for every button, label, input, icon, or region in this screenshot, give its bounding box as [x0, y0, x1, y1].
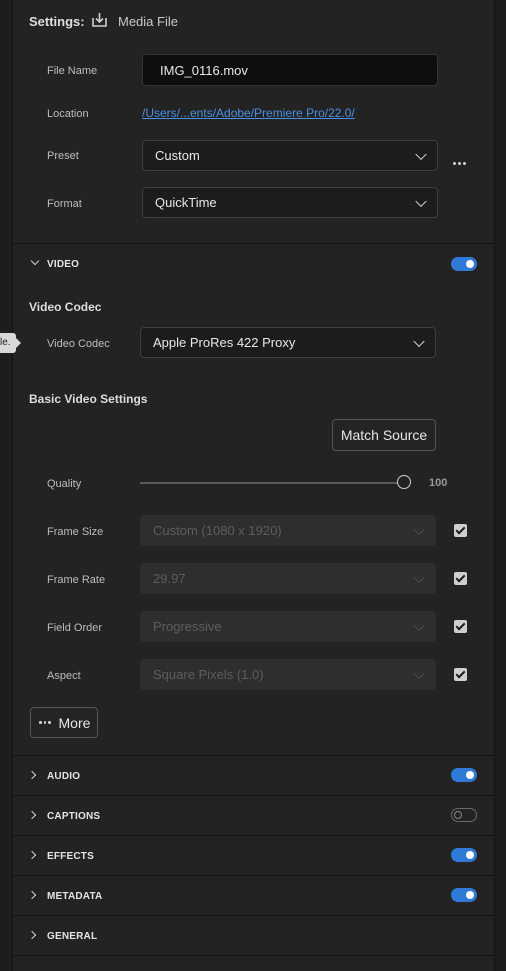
more-dots-icon	[39, 721, 53, 724]
video-codec-value: Apple ProRes 422 Proxy	[153, 335, 296, 350]
download-icon	[91, 11, 108, 33]
captions-section-title: CAPTIONS	[47, 811, 101, 822]
file-name-input[interactable]: IMG_0116.mov	[142, 54, 438, 86]
chevron-down-icon	[413, 335, 425, 347]
file-name-label: File Name	[47, 65, 98, 77]
field-order-checkbox[interactable]	[454, 620, 467, 633]
field-order-value: Progressive	[153, 619, 222, 634]
frame-size-checkbox[interactable]	[454, 524, 467, 537]
chevron-down-icon	[413, 523, 425, 535]
chevron-right-icon	[27, 810, 37, 820]
general-section-title: GENERAL	[47, 931, 98, 942]
divider	[13, 955, 494, 956]
format-value: QuickTime	[155, 195, 217, 210]
frame-rate-value: 29.97	[153, 571, 186, 586]
metadata-section-title: METADATA	[47, 891, 103, 902]
tooltip: le.	[0, 333, 21, 353]
more-icon[interactable]	[453, 152, 468, 170]
destination-label[interactable]: Media File	[118, 14, 178, 29]
audio-section-header[interactable]: AUDIO	[13, 756, 494, 795]
chevron-right-icon	[27, 890, 37, 900]
more-button[interactable]: More	[30, 707, 98, 738]
video-toggle[interactable]	[451, 257, 477, 271]
effects-section-header[interactable]: EFFECTS	[13, 836, 494, 875]
basic-video-settings-heading: Basic Video Settings	[29, 392, 148, 406]
frame-size-value: Custom (1080 x 1920)	[153, 523, 282, 538]
field-order-dropdown: Progressive	[140, 611, 436, 642]
video-codec-dropdown[interactable]: Apple ProRes 422 Proxy	[140, 327, 436, 358]
metadata-toggle[interactable]	[451, 888, 477, 902]
captions-section-header[interactable]: CAPTIONS	[13, 796, 494, 835]
video-codec-label: Video Codec	[47, 338, 110, 350]
chevron-down-icon	[30, 256, 40, 266]
format-label: Format	[47, 198, 82, 210]
chevron-down-icon	[415, 195, 427, 207]
format-dropdown[interactable]: QuickTime	[142, 187, 438, 218]
frame-rate-checkbox[interactable]	[454, 572, 467, 585]
video-codec-heading: Video Codec	[29, 300, 102, 314]
audio-section-title: AUDIO	[47, 771, 81, 782]
quality-slider-handle[interactable]	[397, 475, 411, 489]
export-settings-panel: Settings: Media File File Name IMG_0116.…	[12, 0, 495, 971]
frame-size-label: Frame Size	[47, 526, 104, 538]
captions-toggle[interactable]	[451, 808, 477, 822]
quality-slider-track[interactable]	[140, 482, 405, 484]
frame-rate-dropdown: 29.97	[140, 563, 436, 594]
chevron-down-icon	[413, 571, 425, 583]
file-name-value: IMG_0116.mov	[160, 62, 248, 78]
field-order-label: Field Order	[47, 622, 103, 634]
match-source-button[interactable]: Match Source	[332, 419, 436, 451]
chevron-down-icon	[415, 148, 427, 160]
aspect-value: Square Pixels (1.0)	[153, 667, 264, 682]
settings-label: Settings:	[29, 14, 85, 29]
more-label: More	[58, 714, 91, 731]
audio-toggle[interactable]	[451, 768, 477, 782]
aspect-label: Aspect	[47, 670, 81, 682]
tooltip-text: le.	[0, 337, 11, 348]
quality-value: 100	[429, 477, 448, 489]
chevron-down-icon	[413, 667, 425, 679]
general-section-header[interactable]: GENERAL	[13, 916, 494, 955]
effects-toggle[interactable]	[451, 848, 477, 862]
location-link[interactable]: /Users/...ents/Adobe/Premiere Pro/22.0/	[142, 106, 355, 120]
quality-label: Quality	[47, 478, 82, 490]
chevron-right-icon	[27, 930, 37, 940]
aspect-dropdown: Square Pixels (1.0)	[140, 659, 436, 690]
video-section-title: VIDEO	[47, 259, 80, 270]
effects-section-title: EFFECTS	[47, 851, 94, 862]
metadata-section-header[interactable]: METADATA	[13, 876, 494, 915]
aspect-checkbox[interactable]	[454, 668, 467, 681]
chevron-right-icon	[27, 770, 37, 780]
preset-value: Custom	[155, 148, 200, 163]
chevron-right-icon	[27, 850, 37, 860]
preset-label: Preset	[47, 150, 79, 162]
chevron-down-icon	[413, 619, 425, 631]
location-label: Location	[47, 108, 89, 120]
tooltip-arrow	[16, 338, 21, 348]
match-source-label: Match Source	[340, 427, 428, 443]
frame-rate-label: Frame Rate	[47, 574, 106, 586]
frame-size-dropdown: Custom (1080 x 1920)	[140, 515, 436, 546]
video-section-header[interactable]: VIDEO	[13, 244, 494, 284]
preset-dropdown[interactable]: Custom	[142, 140, 438, 171]
